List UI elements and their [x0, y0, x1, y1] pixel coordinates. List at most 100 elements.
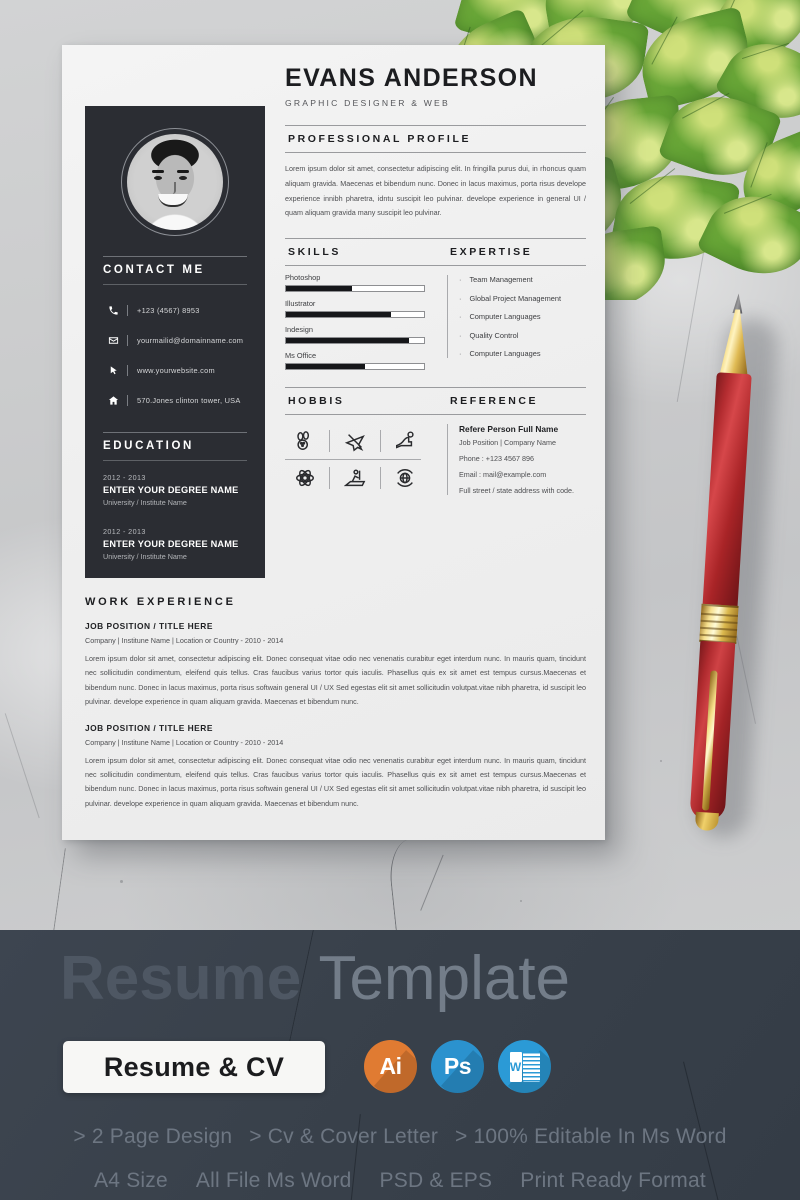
job-subtitle: GRAPHIC DESIGNER & WEB	[285, 98, 450, 108]
expertise-item: · Team Management	[459, 275, 533, 285]
contact-row-phone[interactable]: +123 (4567) 8953	[103, 298, 247, 322]
reference-position: Job Position | Company Name	[459, 438, 556, 448]
skill-fill	[286, 286, 353, 292]
skill-label: Indesign	[285, 325, 313, 335]
treadmill-icon	[335, 467, 374, 489]
word-label: W	[509, 1051, 522, 1082]
professional-profile-section: PROFESSIONAL PROFILE Lorem ipsum dolor s…	[285, 125, 586, 221]
reference-phone: Phone : +123 4567 896	[459, 454, 534, 464]
contact-value: 570.Jones clinton tower, USA	[137, 395, 241, 405]
job-title: JOB POSITION / TITLE HERE	[85, 621, 213, 631]
feature-item: All File Ms Word	[195, 1169, 352, 1192]
app-icons: Ai Ps W	[364, 1040, 551, 1093]
headline-light: Template	[318, 944, 571, 1013]
education-degree: ENTER YOUR DEGREE NAME	[103, 485, 239, 495]
divider	[285, 152, 586, 153]
contact-row-email[interactable]: yourmailid@domainname.com	[103, 328, 247, 352]
reference-block: Refere Person Full Name Job Position | C…	[447, 424, 586, 496]
resume-sidebar: CONTACT ME +123 (4567) 8953 yourmailid@d…	[85, 106, 265, 578]
marble-speck	[120, 880, 123, 883]
hobbies-reference-section: HOBBIS REFERENCE Refere Person Full Name…	[285, 387, 586, 496]
education-school: University / Institute Name	[103, 552, 187, 561]
section-title: SKILLS	[288, 246, 341, 259]
skill-track	[285, 285, 425, 293]
pen-ring	[699, 603, 739, 644]
expertise-item: · Computer Languages	[459, 312, 541, 322]
skill-label: Ms Office	[285, 351, 317, 361]
expertise-label: Team Management	[469, 275, 533, 285]
skill-item: Photoshop	[285, 273, 425, 293]
feature-item: > 2 Page Design	[73, 1125, 233, 1148]
reference-address: Full street / state address with code.	[459, 486, 575, 496]
expertise-list: · Team Management · Global Project Managem…	[447, 275, 586, 359]
expertise-label: Global Project Management	[469, 293, 562, 303]
marble-speck	[660, 760, 662, 762]
reference-email: Email : mail@example.com	[459, 470, 547, 480]
feature-item: > Cv & Cover Letter	[249, 1125, 439, 1148]
banner-headline: Resume Template	[60, 948, 570, 1010]
contact-section-title: CONTACT ME	[103, 264, 205, 276]
contact-value: +123 (4567) 8953	[137, 305, 200, 315]
atom-icon	[285, 467, 324, 489]
job-meta: Company | Institune Name | Location or C…	[85, 636, 284, 645]
skill-track	[285, 363, 425, 371]
feature-item: PSD & EPS	[379, 1169, 493, 1192]
section-title: HOBBIS	[288, 395, 345, 408]
job-title: JOB POSITION / TITLE HERE	[85, 722, 213, 733]
education-degree: ENTER YOUR DEGREE NAME	[103, 539, 239, 549]
avatar-photo	[127, 134, 223, 230]
education-years: 2012 - 2013	[103, 473, 146, 482]
expertise-item: · Computer Languages	[459, 349, 541, 359]
avatar	[121, 128, 229, 236]
job-entry: JOB POSITION / TITLE HERE Company | Inst…	[85, 723, 586, 812]
job-meta: Company | Institune Name | Location or C…	[85, 737, 284, 747]
contact-row-address[interactable]: 570.Jones clinton tower, USA	[103, 388, 247, 412]
work-experience-section: WORK EXPERIENCE JOB POSITION / TITLE HER…	[85, 596, 586, 811]
skills-expertise-section: SKILLS EXPERTISE Photoshop Illustrator I…	[285, 238, 586, 371]
feature-item: > 100% Editable In Ms Word	[455, 1125, 727, 1148]
globe-recycle-icon	[386, 467, 425, 489]
education-years: 2012 - 2013	[103, 527, 146, 536]
illustrator-icon[interactable]: Ai	[364, 1040, 417, 1093]
contact-value: www.yourwebsite.com	[137, 365, 215, 375]
feature-list: > 2 Page Design > Cv & Cover Letter > 10…	[0, 1125, 800, 1193]
skill-label: Photoshop	[285, 273, 321, 283]
photoshop-icon[interactable]: Ps	[431, 1040, 484, 1093]
home-icon	[103, 395, 123, 406]
high-heel-icon	[386, 430, 425, 452]
marble-speck	[520, 900, 522, 902]
skill-fill	[286, 312, 391, 318]
expertise-label: Computer Languages	[469, 312, 541, 322]
envelope-icon	[103, 335, 123, 346]
skill-track	[285, 311, 425, 319]
resume-page: CONTACT ME +123 (4567) 8953 yourmailid@d…	[62, 45, 605, 840]
skill-fill	[286, 338, 409, 344]
feature-item: A4 Size	[94, 1169, 168, 1192]
headline-bold: Resume	[60, 944, 302, 1013]
section-title: WORK EXPERIENCE	[85, 596, 236, 608]
profile-text: Lorem ipsum dolor sit amet, consectetur …	[285, 164, 586, 218]
illustrator-label: Ai	[379, 1053, 403, 1079]
divider	[103, 460, 247, 461]
expertise-item: · Global Project Management	[459, 293, 562, 303]
education-section-title: EDUCATION	[103, 440, 194, 452]
bowling-icon	[285, 430, 324, 452]
word-icon[interactable]: W	[498, 1040, 551, 1093]
education-item: 2012 - 2013 ENTER YOUR DEGREE NAME Unive…	[103, 473, 247, 507]
education-school: University / Institute Name	[103, 498, 187, 507]
hobbies-grid	[285, 423, 425, 496]
contact-row-website[interactable]: www.yourwebsite.com	[103, 358, 247, 382]
cursor-icon	[103, 365, 123, 376]
expertise-item: · Quality Control	[459, 330, 519, 340]
feature-item: Print Ready Format	[520, 1169, 706, 1192]
education-item: 2012 - 2013 ENTER YOUR DEGREE NAME Unive…	[103, 527, 247, 561]
skills-list: Photoshop Illustrator Indesign Ms Office	[285, 266, 425, 371]
contact-value: yourmailid@domainname.com	[137, 335, 244, 345]
section-title: EXPERTISE	[450, 246, 533, 259]
section-title: PROFESSIONAL PROFILE	[288, 133, 472, 145]
section-title: REFERENCE	[450, 395, 539, 408]
phone-icon	[103, 305, 123, 316]
skill-fill	[286, 364, 365, 370]
badge-label: Resume & CV	[103, 1051, 285, 1082]
resume-cv-badge[interactable]: Resume & CV	[63, 1041, 325, 1093]
